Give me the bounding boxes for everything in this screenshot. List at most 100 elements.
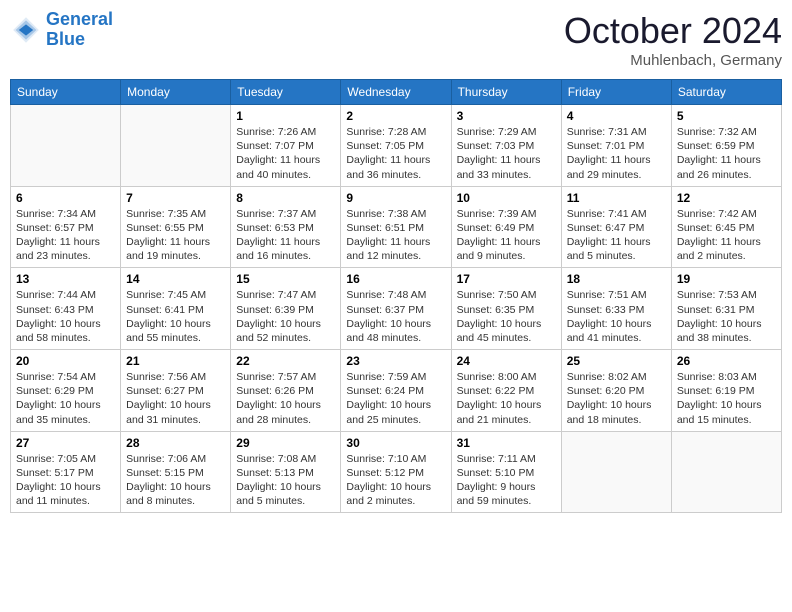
- calendar-cell: 7Sunrise: 7:35 AM Sunset: 6:55 PM Daylig…: [121, 186, 231, 268]
- day-number: 9: [346, 191, 445, 205]
- calendar-cell: 8 Sunrise: 7:37 AM Sunset: 6:53 PM Daylig…: [231, 186, 341, 268]
- day-number: 27: [16, 436, 115, 450]
- day-number: 13: [16, 272, 115, 286]
- day-number: 4: [567, 109, 666, 123]
- day-number: 19: [677, 272, 776, 286]
- calendar-cell: 5Sunrise: 7:32 AM Sunset: 6:59 PM Daylig…: [671, 105, 781, 187]
- day-number: 17: [457, 272, 556, 286]
- day-number: 18: [567, 272, 666, 286]
- calendar-cell: 27 Sunrise: 7:05 AM Sunset: 5:17 PM Dayli…: [11, 431, 121, 513]
- logo-icon: [10, 14, 42, 46]
- day-number: 29: [236, 436, 335, 450]
- calendar-cell: 20 Sunrise: 7:54 AM Sunset: 6:29 PM Dayli…: [11, 350, 121, 432]
- day-number: 2: [346, 109, 445, 123]
- day-info: Sunrise: 7:11 AM Sunset: 5:10 PM Dayligh…: [457, 452, 556, 509]
- calendar-cell: 11Sunrise: 7:41 AM Sunset: 6:47 PM Dayli…: [561, 186, 671, 268]
- calendar-cell: 29 Sunrise: 7:08 AM Sunset: 5:13 PM Dayli…: [231, 431, 341, 513]
- day-number: 24: [457, 354, 556, 368]
- day-info: Sunrise: 7:35 AM Sunset: 6:55 PM Dayligh…: [126, 207, 225, 264]
- calendar-cell: 13 Sunrise: 7:44 AM Sunset: 6:43 PM Dayli…: [11, 268, 121, 350]
- day-number: 1: [236, 109, 335, 123]
- day-number: 22: [236, 354, 335, 368]
- day-number: 16: [346, 272, 445, 286]
- day-header-saturday: Saturday: [671, 80, 781, 105]
- calendar-cell: 19 Sunrise: 7:53 AM Sunset: 6:31 PM Dayli…: [671, 268, 781, 350]
- day-header-wednesday: Wednesday: [341, 80, 451, 105]
- day-info: Sunrise: 7:29 AM Sunset: 7:03 PM Dayligh…: [457, 125, 556, 182]
- title-block: October 2024 Muhlenbach, Germany: [564, 10, 782, 69]
- day-info: Sunrise: 7:44 AM Sunset: 6:43 PM Dayligh…: [16, 288, 115, 345]
- day-info: Sunrise: 7:37 AM Sunset: 6:53 PM Dayligh…: [236, 207, 335, 264]
- day-info: Sunrise: 7:06 AM Sunset: 5:15 PM Dayligh…: [126, 452, 225, 509]
- calendar-cell: 17 Sunrise: 7:50 AM Sunset: 6:35 PM Dayli…: [451, 268, 561, 350]
- calendar-cell: [561, 431, 671, 513]
- day-info: Sunrise: 7:50 AM Sunset: 6:35 PM Dayligh…: [457, 288, 556, 345]
- month-title: October 2024: [564, 10, 782, 52]
- calendar-cell: 30 Sunrise: 7:10 AM Sunset: 5:12 PM Dayli…: [341, 431, 451, 513]
- day-info: Sunrise: 7:47 AM Sunset: 6:39 PM Dayligh…: [236, 288, 335, 345]
- calendar-cell: 2Sunrise: 7:28 AM Sunset: 7:05 PM Daylig…: [341, 105, 451, 187]
- calendar-cell: 6 Sunrise: 7:34 AM Sunset: 6:57 PM Daylig…: [11, 186, 121, 268]
- page-header: General Blue October 2024 Muhlenbach, Ge…: [10, 10, 782, 69]
- calendar-week-1: 1Sunrise: 7:26 AM Sunset: 7:07 PM Daylig…: [11, 105, 782, 187]
- calendar-cell: 1Sunrise: 7:26 AM Sunset: 7:07 PM Daylig…: [231, 105, 341, 187]
- day-number: 14: [126, 272, 225, 286]
- logo-text: General Blue: [46, 10, 113, 50]
- calendar-cell: 31 Sunrise: 7:11 AM Sunset: 5:10 PM Dayli…: [451, 431, 561, 513]
- calendar-cell: 3 Sunrise: 7:29 AM Sunset: 7:03 PM Daylig…: [451, 105, 561, 187]
- day-info: Sunrise: 7:05 AM Sunset: 5:17 PM Dayligh…: [16, 452, 115, 509]
- calendar-cell: 25Sunrise: 8:02 AM Sunset: 6:20 PM Dayli…: [561, 350, 671, 432]
- calendar-cell: 10 Sunrise: 7:39 AM Sunset: 6:49 PM Dayli…: [451, 186, 561, 268]
- calendar-cell: 9 Sunrise: 7:38 AM Sunset: 6:51 PM Daylig…: [341, 186, 451, 268]
- day-number: 26: [677, 354, 776, 368]
- day-info: Sunrise: 7:08 AM Sunset: 5:13 PM Dayligh…: [236, 452, 335, 509]
- day-header-thursday: Thursday: [451, 80, 561, 105]
- day-number: 8: [236, 191, 335, 205]
- day-number: 21: [126, 354, 225, 368]
- day-number: 12: [677, 191, 776, 205]
- day-info: Sunrise: 7:48 AM Sunset: 6:37 PM Dayligh…: [346, 288, 445, 345]
- day-number: 5: [677, 109, 776, 123]
- day-info: Sunrise: 7:53 AM Sunset: 6:31 PM Dayligh…: [677, 288, 776, 345]
- calendar-cell: 18Sunrise: 7:51 AM Sunset: 6:33 PM Dayli…: [561, 268, 671, 350]
- calendar-cell: 16 Sunrise: 7:48 AM Sunset: 6:37 PM Dayli…: [341, 268, 451, 350]
- calendar-cell: 12 Sunrise: 7:42 AM Sunset: 6:45 PM Dayli…: [671, 186, 781, 268]
- day-header-sunday: Sunday: [11, 80, 121, 105]
- calendar-cell: 4Sunrise: 7:31 AM Sunset: 7:01 PM Daylig…: [561, 105, 671, 187]
- day-info: Sunrise: 7:59 AM Sunset: 6:24 PM Dayligh…: [346, 370, 445, 427]
- calendar-cell: 22 Sunrise: 7:57 AM Sunset: 6:26 PM Dayli…: [231, 350, 341, 432]
- calendar-cell: 24Sunrise: 8:00 AM Sunset: 6:22 PM Dayli…: [451, 350, 561, 432]
- day-number: 11: [567, 191, 666, 205]
- logo: General Blue: [10, 10, 113, 50]
- calendar-cell: 21Sunrise: 7:56 AM Sunset: 6:27 PM Dayli…: [121, 350, 231, 432]
- day-info: Sunrise: 7:10 AM Sunset: 5:12 PM Dayligh…: [346, 452, 445, 509]
- calendar-header-row: SundayMondayTuesdayWednesdayThursdayFrid…: [11, 80, 782, 105]
- day-info: Sunrise: 7:38 AM Sunset: 6:51 PM Dayligh…: [346, 207, 445, 264]
- day-number: 3: [457, 109, 556, 123]
- calendar-cell: [121, 105, 231, 187]
- calendar-cell: [671, 431, 781, 513]
- calendar-week-2: 6 Sunrise: 7:34 AM Sunset: 6:57 PM Daylig…: [11, 186, 782, 268]
- day-info: Sunrise: 7:57 AM Sunset: 6:26 PM Dayligh…: [236, 370, 335, 427]
- calendar-cell: 15Sunrise: 7:47 AM Sunset: 6:39 PM Dayli…: [231, 268, 341, 350]
- day-header-tuesday: Tuesday: [231, 80, 341, 105]
- calendar-cell: 28 Sunrise: 7:06 AM Sunset: 5:15 PM Dayli…: [121, 431, 231, 513]
- day-info: Sunrise: 7:42 AM Sunset: 6:45 PM Dayligh…: [677, 207, 776, 264]
- day-number: 10: [457, 191, 556, 205]
- day-number: 6: [16, 191, 115, 205]
- calendar-week-3: 13 Sunrise: 7:44 AM Sunset: 6:43 PM Dayli…: [11, 268, 782, 350]
- day-info: Sunrise: 7:45 AM Sunset: 6:41 PM Dayligh…: [126, 288, 225, 345]
- day-header-monday: Monday: [121, 80, 231, 105]
- location: Muhlenbach, Germany: [564, 52, 782, 69]
- day-info: Sunrise: 7:39 AM Sunset: 6:49 PM Dayligh…: [457, 207, 556, 264]
- day-info: Sunrise: 7:54 AM Sunset: 6:29 PM Dayligh…: [16, 370, 115, 427]
- day-header-friday: Friday: [561, 80, 671, 105]
- day-number: 20: [16, 354, 115, 368]
- calendar-cell: 23 Sunrise: 7:59 AM Sunset: 6:24 PM Dayli…: [341, 350, 451, 432]
- calendar-cell: 26Sunrise: 8:03 AM Sunset: 6:19 PM Dayli…: [671, 350, 781, 432]
- day-number: 31: [457, 436, 556, 450]
- day-number: 23: [346, 354, 445, 368]
- day-info: Sunrise: 7:34 AM Sunset: 6:57 PM Dayligh…: [16, 207, 115, 264]
- day-number: 28: [126, 436, 225, 450]
- day-number: 30: [346, 436, 445, 450]
